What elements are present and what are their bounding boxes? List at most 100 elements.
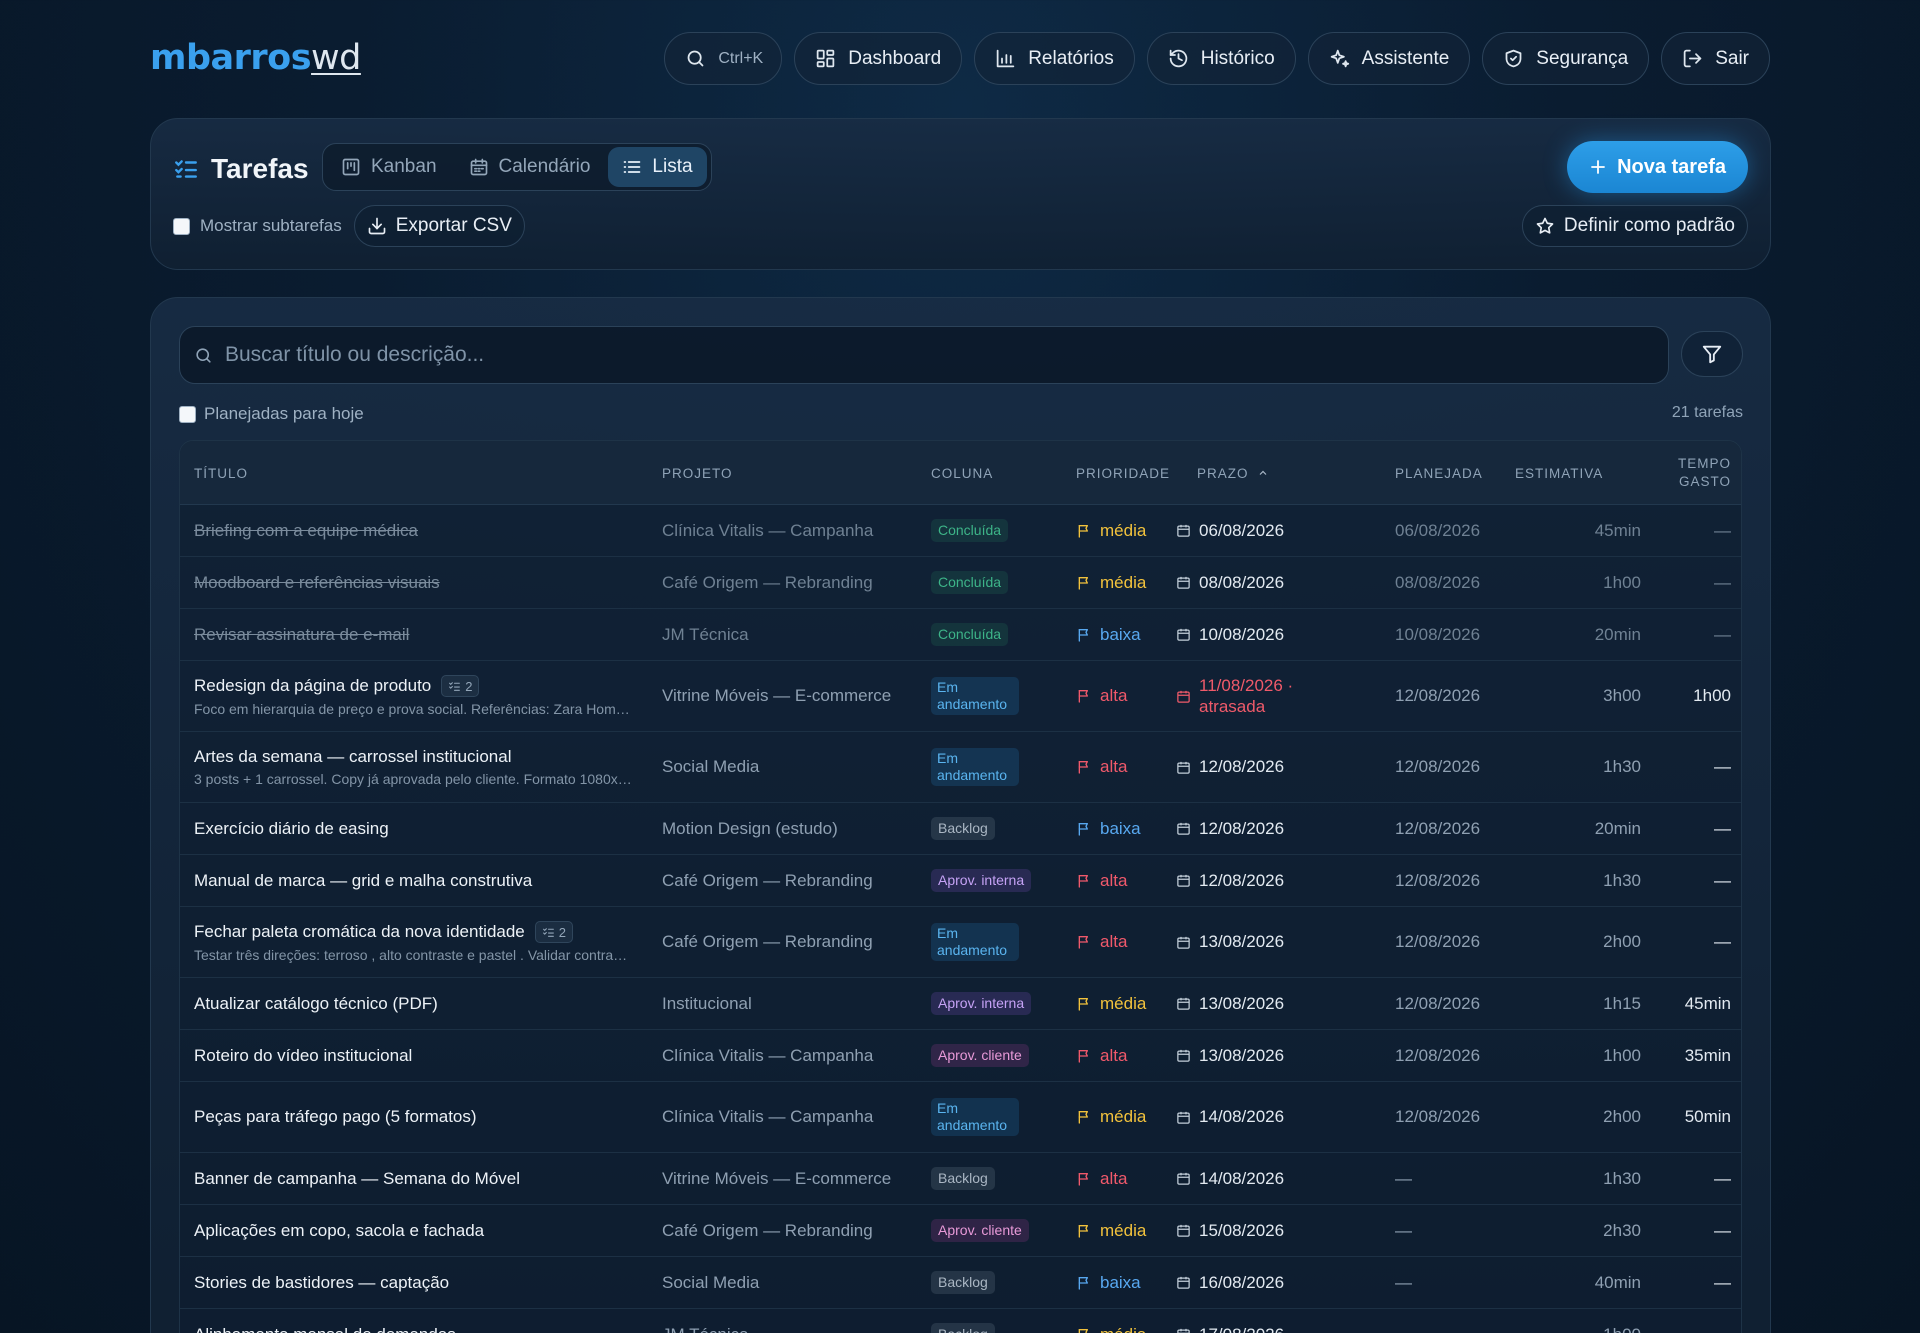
- col-planejada[interactable]: Planejada: [1395, 441, 1483, 505]
- task-title-cell: Alinhamento mensal de demandas: [194, 1309, 646, 1333]
- table-row[interactable]: Artes da semana — carrossel instituciona…: [180, 732, 1741, 803]
- task-due-date: 12/08/2026: [1176, 732, 1336, 802]
- flag-icon: [1078, 874, 1088, 888]
- nav-sair[interactable]: Sair: [1661, 32, 1770, 85]
- show-subtasks-label: Mostrar subtarefas: [200, 216, 342, 235]
- subtask-count-badge: 2: [534, 921, 573, 943]
- table-row[interactable]: Fechar paleta cromática da nova identida…: [180, 907, 1741, 978]
- task-title-cell: Briefing com a equipe médica: [194, 505, 646, 556]
- nav-seguranca[interactable]: Segurança: [1482, 32, 1650, 85]
- col-prazo[interactable]: Prazo: [1197, 441, 1269, 505]
- calendar-icon: [1177, 761, 1190, 774]
- tab-lista[interactable]: Lista: [608, 147, 707, 187]
- col-titulo[interactable]: Título: [194, 441, 248, 505]
- col-projeto[interactable]: Projeto: [662, 441, 733, 505]
- calendar-icon: [1177, 1049, 1190, 1062]
- search-input[interactable]: [225, 343, 1625, 367]
- today-label: Planejadas para hoje: [204, 404, 364, 423]
- nav-assistente[interactable]: Assistente: [1307, 32, 1471, 85]
- flag-icon: [1078, 1328, 1088, 1333]
- task-title[interactable]: Alinhamento mensal de demandas: [194, 1325, 456, 1333]
- nav-dashboard[interactable]: Dashboard: [794, 32, 963, 85]
- table-row[interactable]: Moodboard e referências visuais Café Orig…: [180, 557, 1741, 609]
- task-due-date: 12/08/2026: [1176, 855, 1336, 906]
- task-title[interactable]: Revisar assinatura de e-mail: [194, 625, 409, 645]
- table-row[interactable]: Redesign da página de produto 2 Foco em hi…: [180, 661, 1741, 732]
- task-title[interactable]: Exercício diário de easing: [194, 819, 389, 839]
- logout-icon: [1683, 49, 1702, 68]
- task-column-cell: Aprov. interna: [931, 855, 1049, 906]
- export-csv-button[interactable]: Exportar CSV: [353, 205, 525, 247]
- filter-button[interactable]: [1681, 331, 1743, 377]
- task-estimate: 1h15: [1603, 993, 1641, 1013]
- history-icon: [1169, 49, 1187, 68]
- task-project: Café Origem — Rebranding: [662, 1220, 873, 1240]
- main-nav: Ctrl+K Dashboard Relatórios Histórico As…: [664, 32, 1770, 85]
- task-planned-date: 06/08/2026: [1395, 520, 1481, 540]
- task-estimate: 2h30: [1603, 1220, 1641, 1240]
- task-title[interactable]: Redesign da página de produto: [194, 676, 431, 696]
- task-title[interactable]: Atualizar catálogo técnico (PDF): [194, 994, 438, 1014]
- task-project: Café Origem — Rebranding: [662, 932, 873, 951]
- table-row[interactable]: Aplicações em copo, sacola e fachada Café…: [180, 1205, 1741, 1257]
- task-planned-date: —: [1395, 1309, 1505, 1333]
- table-row[interactable]: Banner de campanha — Semana do Móvel Vitr…: [180, 1153, 1741, 1205]
- nav-historico[interactable]: Histórico: [1146, 32, 1296, 85]
- download-icon: [368, 217, 386, 235]
- search-icon: [687, 50, 704, 67]
- command-search-button[interactable]: Ctrl+K: [664, 32, 783, 85]
- show-subtasks-checkbox[interactable]: [173, 217, 190, 235]
- table-row[interactable]: Peças para tráfego pago (5 formatos) Clín…: [180, 1082, 1741, 1153]
- task-title[interactable]: Aplicações em copo, sacola e fachada: [194, 1221, 484, 1241]
- task-title[interactable]: Artes da semana — carrossel instituciona…: [194, 747, 511, 767]
- calendar-icon: [1177, 1328, 1190, 1333]
- set-default-button[interactable]: Definir como padrão: [1521, 205, 1748, 247]
- col-tempo-gasto[interactable]: Tempo gasto: [1646, 441, 1731, 505]
- task-estimate: 1h00: [1510, 1309, 1641, 1333]
- task-priority: alta: [1076, 907, 1186, 977]
- task-title-cell: Roteiro do vídeo institucional: [194, 1030, 646, 1081]
- table-row[interactable]: Briefing com a equipe médica Clínica Vita…: [180, 505, 1741, 557]
- nav-relatorios[interactable]: Relatórios: [974, 32, 1135, 85]
- task-title[interactable]: Peças para tráfego pago (5 formatos): [194, 1107, 477, 1127]
- task-project: JM Técnica: [662, 1309, 922, 1333]
- task-time-spent: —: [1714, 624, 1731, 644]
- table-row[interactable]: Roteiro do vídeo institucional Clínica Vi…: [180, 1030, 1741, 1082]
- flag-icon: [1078, 690, 1088, 703]
- task-title[interactable]: Stories de bastidores — captação: [194, 1273, 449, 1293]
- table-row[interactable]: Stories de bastidores — captação Social M…: [180, 1257, 1741, 1309]
- top-bar: mbarroswd Ctrl+K Dashboard Relatórios Hi…: [0, 0, 1920, 118]
- status-badge: Aprov. interna: [931, 992, 1032, 1015]
- table-row[interactable]: Manual de marca — grid e malha construti…: [180, 855, 1741, 907]
- tab-kanban[interactable]: Kanban: [327, 147, 451, 187]
- task-title[interactable]: Briefing com a equipe médica: [194, 521, 418, 541]
- table-row[interactable]: Revisar assinatura de e-mail JM Técnica Co…: [180, 609, 1741, 661]
- task-column-cell: Concluída: [931, 505, 1049, 556]
- task-title[interactable]: Roteiro do vídeo institucional: [194, 1046, 412, 1066]
- new-task-button[interactable]: Nova tarefa: [1567, 141, 1748, 193]
- task-title-cell: Stories de bastidores — captação: [194, 1257, 646, 1308]
- col-estimativa[interactable]: Estimativa: [1515, 441, 1603, 505]
- task-planned-date: 12/08/2026: [1395, 686, 1481, 705]
- task-title[interactable]: Banner de campanha — Semana do Móvel: [194, 1169, 520, 1189]
- task-title[interactable]: Manual de marca — grid e malha construti…: [194, 871, 532, 891]
- task-title[interactable]: Fechar paleta cromática da nova identida…: [194, 922, 525, 942]
- task-estimate: 1h30: [1603, 757, 1641, 776]
- task-title-cell: Aplicações em copo, sacola e fachada: [194, 1205, 646, 1256]
- today-checkbox[interactable]: [179, 405, 196, 423]
- col-coluna[interactable]: Coluna: [931, 441, 993, 505]
- table-row[interactable]: Exercício diário de easing Motion Design …: [180, 803, 1741, 855]
- task-due-date: 06/08/2026: [1176, 505, 1336, 556]
- brand-logo[interactable]: mbarroswd: [150, 38, 361, 78]
- task-time-spent: —: [1714, 870, 1731, 890]
- table-row[interactable]: Atualizar catálogo técnico (PDF) Instituc…: [180, 978, 1741, 1030]
- calendar-icon: [1177, 1111, 1190, 1124]
- task-due-date: 17/08/2026: [1176, 1309, 1336, 1333]
- calendar-icon: [1177, 690, 1190, 703]
- task-time-spent: —: [1714, 520, 1731, 540]
- task-time-spent: —: [1714, 818, 1731, 838]
- table-row[interactable]: Alinhamento mensal de demandas JM Técnica…: [180, 1309, 1741, 1333]
- tab-calendario[interactable]: Calendário: [455, 147, 605, 187]
- col-prioridade[interactable]: Prioridade: [1076, 441, 1170, 505]
- task-title[interactable]: Moodboard e referências visuais: [194, 573, 440, 593]
